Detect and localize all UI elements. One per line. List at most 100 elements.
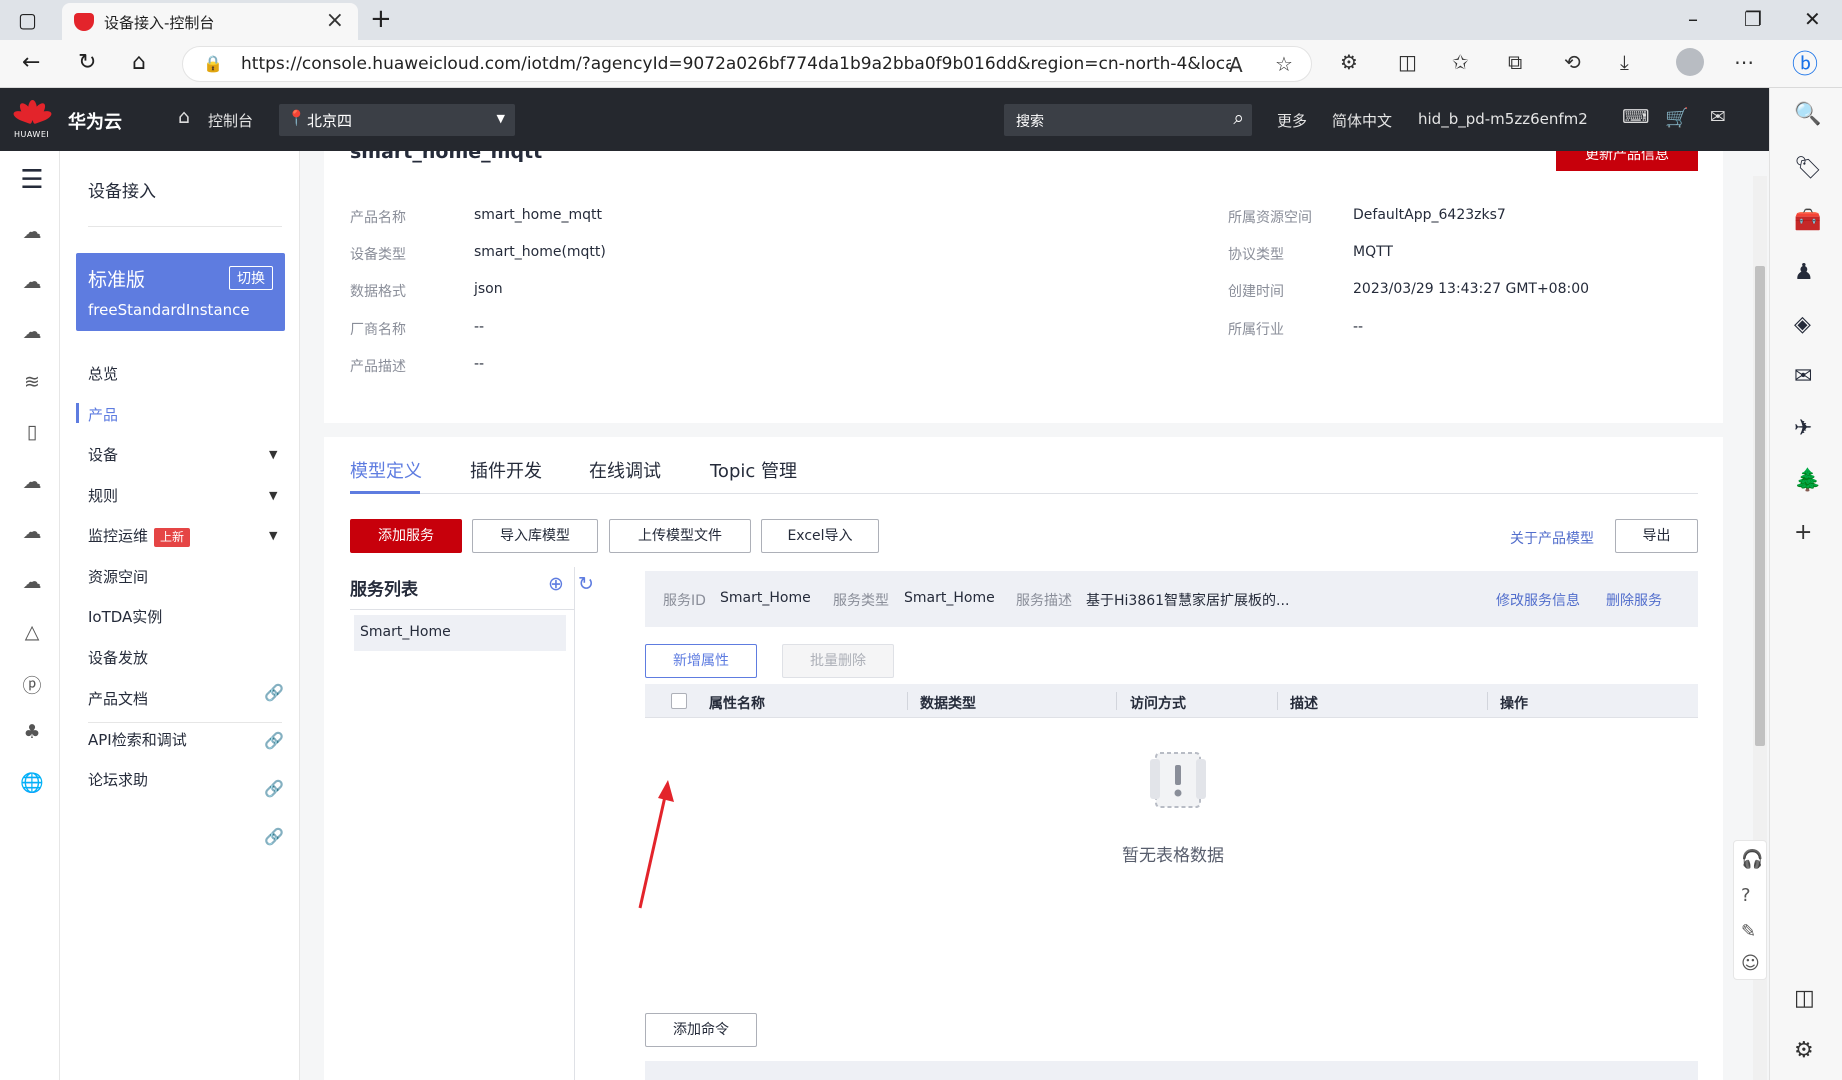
- column-operation[interactable]: 操作: [1500, 693, 1528, 713]
- instance-card[interactable]: 标准版 切换 freeStandardInstance: [76, 253, 285, 331]
- scrollbar-thumb[interactable]: [1755, 266, 1765, 746]
- menu-item-rules[interactable]: 规则: [88, 485, 118, 506]
- device-service-icon[interactable]: ▯: [19, 421, 45, 443]
- settings-icon[interactable]: ⚙: [1794, 1038, 1814, 1063]
- feedback-icon[interactable]: ✎: [1741, 921, 1756, 942]
- menu-item-device[interactable]: 设备: [88, 444, 118, 465]
- instance-switch-button[interactable]: 切换: [229, 266, 273, 290]
- satisfaction-icon[interactable]: ☺: [1741, 953, 1760, 974]
- cloud-service-icon[interactable]: ☁: [19, 521, 45, 543]
- add-sidebar-icon[interactable]: +: [1794, 520, 1812, 545]
- add-property-button[interactable]: 新增属性: [645, 644, 757, 678]
- cloud-service-icon[interactable]: ☁: [19, 271, 45, 293]
- search-input[interactable]: 搜索: [1016, 111, 1044, 131]
- service-list-item[interactable]: Smart_Home: [354, 615, 566, 651]
- wave-service-icon[interactable]: ≋: [19, 371, 45, 393]
- cloud-service-icon[interactable]: ☁: [19, 571, 45, 593]
- chevron-down-icon[interactable]: ▼: [269, 529, 277, 542]
- cloud-service-icon[interactable]: ☁: [19, 471, 45, 493]
- tab-close-icon[interactable]: ×: [326, 8, 344, 33]
- customer-service-icon[interactable]: 🎧: [1741, 849, 1763, 870]
- add-favorite-icon[interactable]: ☆: [1275, 52, 1293, 76]
- history-icon[interactable]: ⟲: [1564, 50, 1581, 74]
- cloud-service-icon[interactable]: ☁: [19, 221, 45, 243]
- column-description[interactable]: 描述: [1290, 693, 1318, 713]
- search-box[interactable]: 搜索 ⌕: [1004, 104, 1252, 136]
- hamburger-menu-icon[interactable]: ☰: [19, 165, 45, 195]
- column-data-type[interactable]: 数据类型: [920, 693, 976, 713]
- refresh-icon[interactable]: ↻: [578, 573, 594, 595]
- lock-icon[interactable]: 🔒: [203, 54, 223, 73]
- ip-service-icon[interactable]: ⓟ: [19, 671, 45, 698]
- menu-item-iotda-instance[interactable]: IoTDA实例: [88, 606, 162, 627]
- games-icon[interactable]: ♟: [1794, 260, 1814, 285]
- cloud-shell-icon[interactable]: ⌨: [1622, 106, 1649, 128]
- browser-tab[interactable]: 设备接入-控制台 ×: [62, 3, 358, 40]
- menu-item-resource-space[interactable]: 资源空间: [88, 566, 148, 587]
- external-link-icon[interactable]: 🔗: [264, 779, 284, 798]
- refresh-icon[interactable]: ↻: [78, 49, 96, 77]
- column-property-name[interactable]: 属性名称: [709, 693, 765, 713]
- globe-service-icon[interactable]: 🌐: [19, 771, 45, 794]
- shopping-icon[interactable]: 🏷: [1794, 156, 1822, 181]
- more-menu[interactable]: 更多: [1277, 110, 1307, 131]
- external-link-icon[interactable]: 🔗: [264, 683, 284, 702]
- collections-icon[interactable]: ⧉: [1508, 50, 1522, 74]
- menu-item-product-docs[interactable]: 产品文档: [88, 688, 148, 709]
- tree-icon[interactable]: 🌲: [1794, 468, 1821, 493]
- chevron-down-icon[interactable]: ▼: [269, 489, 277, 502]
- back-icon[interactable]: ←: [22, 49, 40, 77]
- add-command-button[interactable]: 添加命令: [645, 1013, 757, 1047]
- new-tab-icon[interactable]: +: [370, 4, 392, 34]
- about-product-model-link[interactable]: 关于产品模型: [1510, 528, 1594, 548]
- tab-online-debug[interactable]: 在线调试: [589, 457, 661, 483]
- external-link-icon[interactable]: 🔗: [264, 827, 284, 846]
- delete-service-link[interactable]: 删除服务: [1606, 590, 1662, 610]
- tab-topic-management[interactable]: Topic 管理: [710, 457, 797, 483]
- menu-item-monitoring[interactable]: 监控运维 上新: [88, 525, 191, 547]
- cart-icon[interactable]: 🛒: [1665, 106, 1689, 129]
- tab-plugin-development[interactable]: 插件开发: [470, 457, 542, 483]
- add-circle-icon[interactable]: ⊕: [548, 573, 564, 595]
- split-screen-icon[interactable]: ◫: [1398, 50, 1417, 74]
- export-button[interactable]: 导出: [1615, 519, 1698, 553]
- import-library-model-button[interactable]: 导入库模型: [472, 519, 598, 553]
- help-icon[interactable]: ?: [1741, 885, 1751, 906]
- more-options-icon[interactable]: ⋯: [1734, 50, 1754, 74]
- pyramid-service-icon[interactable]: △: [19, 621, 45, 643]
- send-icon[interactable]: ✈: [1794, 416, 1812, 441]
- home-icon[interactable]: ⌂: [178, 106, 190, 128]
- tools-icon[interactable]: 🧰: [1794, 208, 1821, 233]
- cluster-service-icon[interactable]: ♣: [19, 721, 45, 743]
- excel-import-button[interactable]: Excel导入: [761, 519, 879, 553]
- language-menu[interactable]: 简体中文: [1332, 110, 1392, 131]
- minimize-icon[interactable]: –: [1688, 7, 1698, 31]
- console-link[interactable]: 控制台: [208, 110, 253, 131]
- tab-model-definition[interactable]: 模型定义: [350, 457, 422, 483]
- region-selector[interactable]: 📍 北京四 ▼: [279, 104, 515, 136]
- update-product-button[interactable]: 更新产品信息: [1556, 151, 1698, 171]
- read-aloud-icon[interactable]: A: [1229, 53, 1243, 77]
- edit-service-link[interactable]: 修改服务信息: [1496, 590, 1580, 610]
- restore-icon[interactable]: ❐: [1744, 7, 1762, 31]
- sidebar-layout-icon[interactable]: ◫: [1794, 986, 1815, 1011]
- office-icon[interactable]: ◈: [1794, 312, 1811, 337]
- user-menu[interactable]: hid_b_pd-m5zz6enfm2: [1418, 110, 1588, 128]
- address-bar[interactable]: 🔒 https://console.huaweicloud.com/iotdm/…: [182, 46, 1312, 82]
- chevron-down-icon[interactable]: ▼: [269, 448, 277, 461]
- add-service-button[interactable]: 添加服务: [350, 519, 462, 553]
- downloads-icon[interactable]: ⤓: [1620, 50, 1629, 74]
- copilot-icon[interactable]: ⓑ: [1792, 44, 1818, 81]
- menu-item-overview[interactable]: 总览: [88, 363, 118, 384]
- menu-item-device-provisioning[interactable]: 设备发放: [88, 647, 148, 668]
- search-icon[interactable]: 🔍: [1794, 102, 1821, 127]
- search-icon[interactable]: ⌕: [1233, 107, 1244, 129]
- huawei-logo-icon[interactable]: HUAWEI: [12, 100, 53, 139]
- menu-item-api-explorer[interactable]: API检索和调试: [88, 729, 187, 750]
- extensions-icon[interactable]: ⚙: [1340, 50, 1358, 74]
- message-icon[interactable]: ✉: [1710, 106, 1726, 128]
- menu-item-product[interactable]: 产品: [88, 404, 118, 425]
- cloud-service-icon[interactable]: ☁: [19, 321, 45, 343]
- upload-model-file-button[interactable]: 上传模型文件: [609, 519, 751, 553]
- window-close-icon[interactable]: ✕: [1804, 7, 1821, 31]
